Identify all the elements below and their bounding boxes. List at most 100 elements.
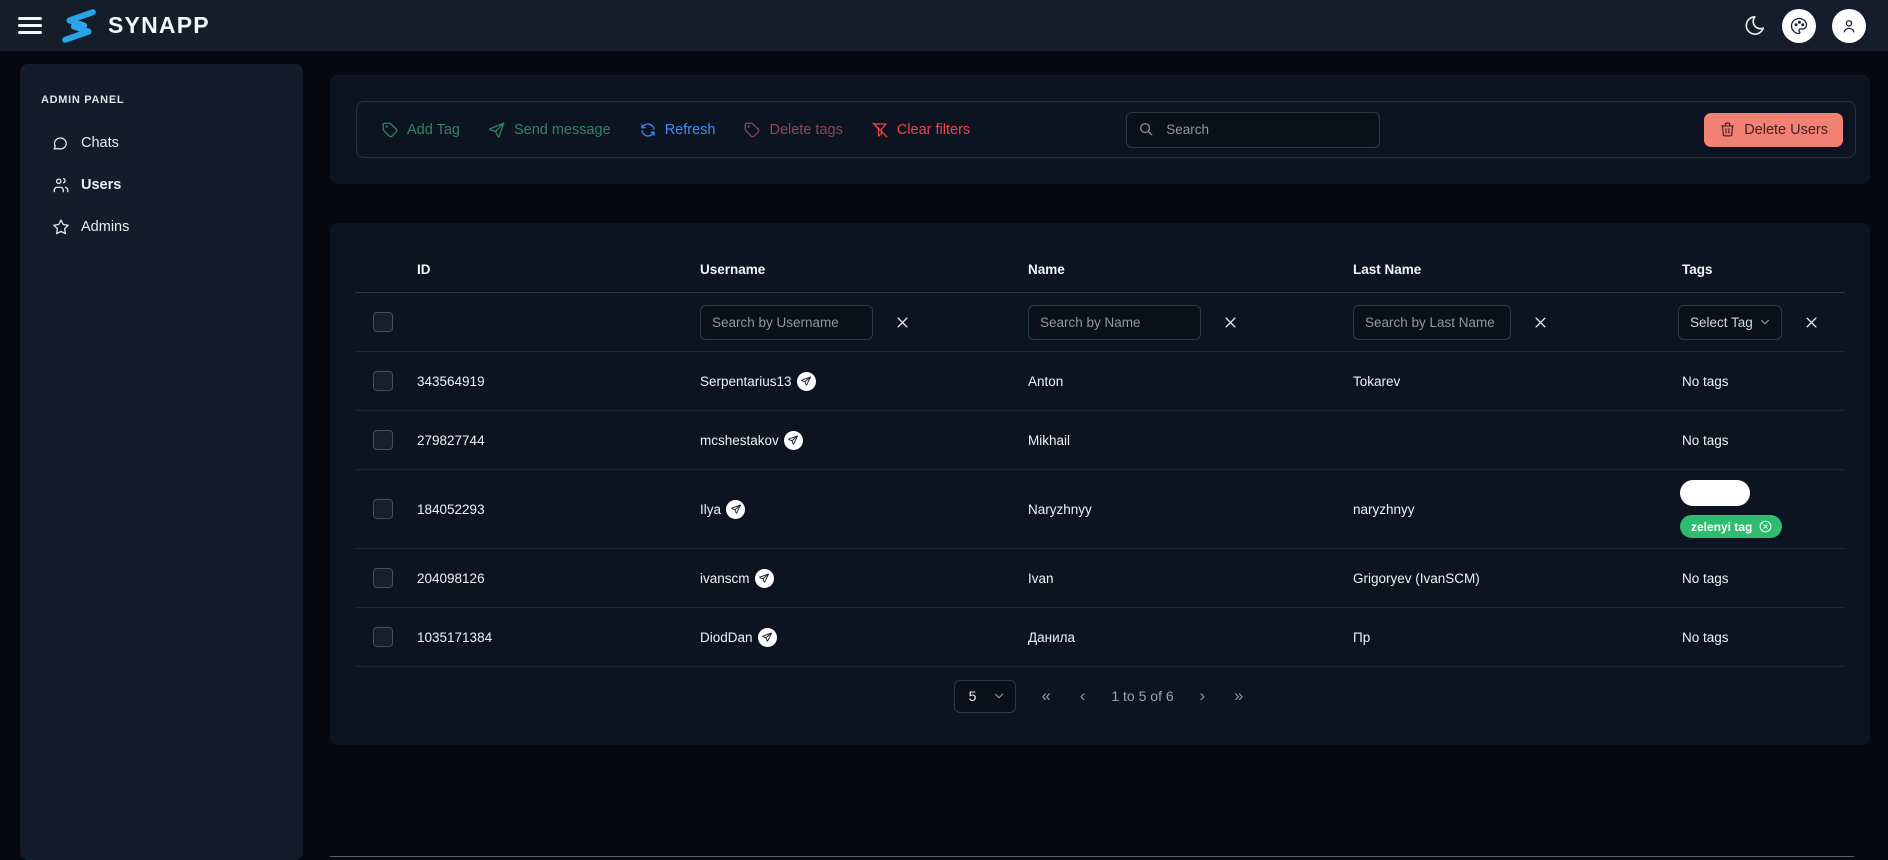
cell-tags: zelenyi tag	[1672, 480, 1783, 538]
cell-id: 204098126	[417, 570, 485, 586]
row-checkbox[interactable]	[373, 568, 393, 588]
sidebar-item-label: Chats	[81, 135, 119, 151]
cell-name: Naryzhnyy	[1028, 501, 1092, 517]
user-account-icon[interactable]	[1832, 8, 1866, 43]
username-text: mcshestakov	[700, 432, 779, 448]
sidebar-item-label: Users	[81, 177, 122, 193]
hamburger-menu-icon[interactable]	[18, 17, 42, 34]
refresh-icon	[639, 121, 657, 139]
pagination: 5 « ‹ 1 to 5 of 6 › »	[355, 667, 1845, 725]
sidebar-item-users[interactable]: Users	[20, 164, 303, 206]
username-text: Serpentarius13	[700, 373, 792, 389]
send-message-button[interactable]: Send message	[488, 121, 611, 139]
page-size-value: 5	[968, 688, 977, 704]
filter-lastname-input[interactable]	[1353, 304, 1511, 340]
clear-tag-filter-icon[interactable]	[1804, 315, 1819, 330]
clear-lastname-filter-icon[interactable]	[1533, 315, 1548, 330]
send-message-label: Send message	[513, 121, 611, 138]
sidebar-item-label: Admins	[81, 219, 130, 235]
username-text: Ilya	[700, 501, 722, 517]
cell-name: Ivan	[1028, 570, 1054, 586]
filter-username-input[interactable]	[700, 304, 873, 340]
column-header-id: ID	[417, 262, 431, 277]
search-input[interactable]	[1164, 121, 1369, 138]
cell-name: Данила	[1028, 629, 1076, 645]
palette-icon[interactable]	[1782, 8, 1816, 43]
topbar-actions	[1743, 8, 1866, 43]
table-filter-row: Select Tag	[355, 293, 1845, 352]
pagination-last-button[interactable]: »	[1231, 687, 1246, 706]
add-tag-button[interactable]: Add Tag	[381, 121, 460, 139]
delete-users-label: Delete Users	[1744, 121, 1828, 138]
app-title: SYNAPP	[108, 12, 210, 38]
column-header-tags: Tags	[1682, 262, 1713, 277]
row-checkbox[interactable]	[373, 371, 393, 391]
column-header-name: Name	[1028, 262, 1065, 277]
delete-users-button[interactable]: Delete Users	[1704, 112, 1843, 147]
select-all-checkbox[interactable]	[373, 312, 393, 332]
cell-username: Serpentarius13	[690, 371, 1018, 391]
filter-name-input[interactable]	[1028, 304, 1201, 340]
add-tag-label: Add Tag	[407, 121, 460, 138]
tag-label: zelenyi tag	[1691, 519, 1753, 534]
tag-filter-select[interactable]: Select Tag	[1678, 304, 1782, 340]
remove-tag-icon[interactable]	[1758, 519, 1773, 534]
pagination-range-text: 1 to 5 of 6	[1111, 688, 1174, 704]
send-icon	[488, 121, 506, 139]
cell-id: 343564919	[417, 373, 485, 389]
cell-lastname: naryzhnyy	[1353, 501, 1415, 517]
pagination-next-button[interactable]: ›	[1197, 687, 1209, 706]
telegram-icon[interactable]	[783, 430, 803, 450]
global-search	[1126, 111, 1381, 148]
refresh-label: Refresh	[664, 121, 716, 138]
clear-filters-label: Clear filters	[896, 121, 971, 138]
clear-name-filter-icon[interactable]	[1223, 315, 1238, 330]
cell-tags: No tags	[1682, 629, 1729, 645]
refresh-button[interactable]: Refresh	[639, 121, 716, 139]
row-checkbox[interactable]	[373, 627, 393, 647]
username-text: DiodDan	[700, 629, 753, 645]
star-icon	[52, 218, 70, 236]
chevron-down-icon	[1758, 315, 1772, 329]
theme-toggle-moon-icon[interactable]	[1743, 14, 1766, 37]
row-checkbox[interactable]	[373, 430, 393, 450]
cell-id: 279827744	[417, 432, 485, 448]
page-size-select[interactable]: 5	[953, 679, 1016, 713]
users-icon	[52, 176, 70, 194]
pagination-first-button[interactable]: «	[1039, 687, 1054, 706]
cell-tags: No tags	[1682, 570, 1729, 586]
sidebar-item-admins[interactable]: Admins	[20, 206, 303, 248]
cell-name: Anton	[1028, 373, 1064, 389]
delete-tags-button[interactable]: Delete tags	[743, 121, 843, 139]
pagination-prev-button[interactable]: ‹	[1077, 687, 1089, 706]
cell-lastname: Пр	[1353, 629, 1371, 645]
clear-filters-button[interactable]: Clear filters	[871, 121, 970, 139]
username-text: ivanscm	[700, 570, 750, 586]
sidebar-item-chats[interactable]: Chats	[20, 122, 303, 164]
chevron-down-icon	[992, 689, 1006, 703]
telegram-icon[interactable]	[757, 627, 777, 647]
tag-icon	[743, 121, 761, 139]
sidebar: ADMIN PANEL Chats Users Admins	[20, 64, 303, 860]
search-icon	[1138, 121, 1155, 138]
clear-username-filter-icon[interactable]	[895, 315, 910, 330]
telegram-icon[interactable]	[796, 371, 816, 391]
table-row: 1035171384 DiodDan Данила Пр No tags	[355, 608, 1845, 667]
filter-off-icon	[871, 121, 889, 139]
telegram-icon[interactable]	[726, 499, 746, 519]
content-area: ADMIN PANEL Chats Users Admins Add Tag S…	[0, 51, 1888, 860]
column-header-username: Username	[700, 262, 766, 277]
cell-lastname: Grigoryev (IvanSCM)	[1353, 570, 1480, 586]
table-row: 343564919 Serpentarius13 Anton Tokarev N…	[355, 352, 1845, 411]
cell-username: Ilya	[690, 499, 1018, 519]
cell-username: mcshestakov	[690, 430, 1018, 450]
column-header-lastname: Last Name	[1353, 262, 1422, 277]
next-card-top-divider	[330, 856, 1854, 857]
white-tag-pill[interactable]	[1680, 480, 1750, 506]
tag-select-value: Select Tag	[1690, 314, 1753, 330]
topbar: SYNAPP	[0, 0, 1888, 51]
telegram-icon[interactable]	[754, 568, 774, 588]
row-checkbox[interactable]	[373, 499, 393, 519]
toolbar: Add Tag Send message Refresh Delete tags…	[356, 101, 1856, 158]
synapp-logo-icon	[58, 7, 100, 45]
